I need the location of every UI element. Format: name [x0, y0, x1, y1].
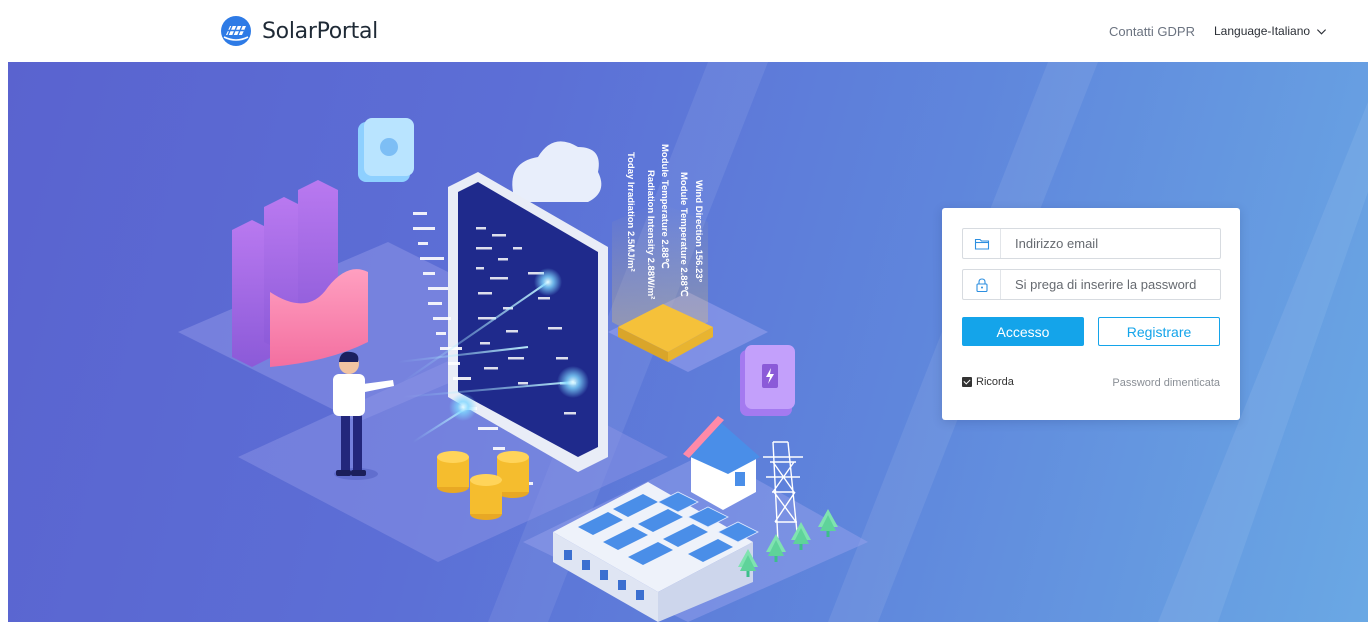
gdpr-contact-link[interactable]: Contatti GDPR [1109, 24, 1195, 39]
email-field[interactable] [962, 228, 1221, 259]
email-input[interactable] [1001, 229, 1220, 258]
remember-checkbox[interactable] [962, 377, 972, 387]
remember-me[interactable]: Ricorda [962, 376, 1014, 388]
reading-radiation-intensity: Radiation Intensity 2.88W/m² [645, 170, 656, 299]
reading-module-temperature-2: Module Temperature 2.88℃ [659, 144, 670, 269]
password-field[interactable] [962, 269, 1221, 300]
folder-icon [963, 229, 1001, 258]
reading-module-temperature-1: Module Temperature 2.88℃ [678, 172, 689, 297]
register-button[interactable]: Registrare [1098, 317, 1220, 346]
reading-wind-direction: Wind Direction 156.23° [693, 180, 704, 283]
forgot-password-link[interactable]: Password dimenticata [1112, 377, 1220, 389]
language-selector[interactable]: Language-Italiano [1214, 24, 1327, 38]
chevron-down-icon [1317, 28, 1327, 35]
lock-icon [963, 270, 1001, 299]
password-input[interactable] [1001, 270, 1220, 299]
login-card: Accesso Registrare Ricorda Password dime… [942, 208, 1240, 420]
solar-logo-icon [221, 16, 251, 46]
brand-logo[interactable]: SolarPortal [220, 15, 378, 47]
remember-label: Ricorda [976, 376, 1014, 388]
brand-name: SolarPortal [262, 18, 378, 44]
reading-today-irradiation: Today Irradiation 2.5MJ/m² [625, 152, 636, 272]
login-button[interactable]: Accesso [962, 317, 1084, 346]
top-header: SolarPortal Contatti GDPR Language-Itali… [0, 0, 1368, 62]
language-label: Language-Italiano [1214, 24, 1311, 38]
